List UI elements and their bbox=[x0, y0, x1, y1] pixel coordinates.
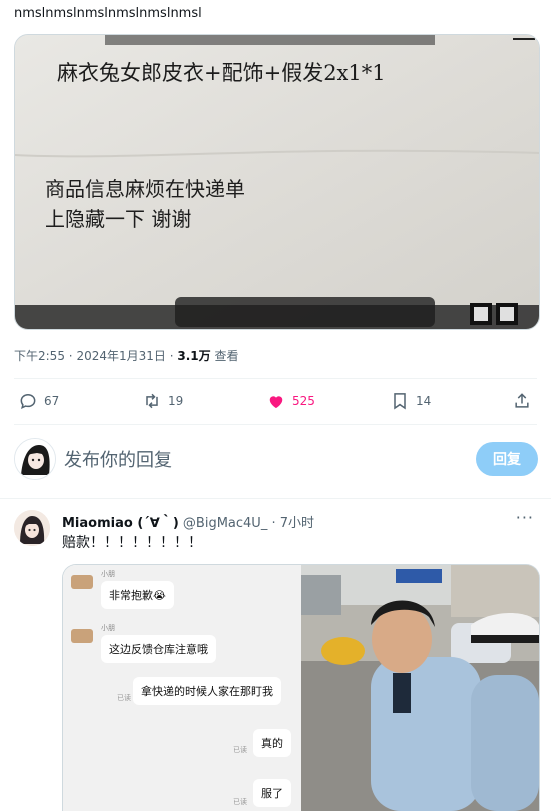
chat-avatar-icon bbox=[71, 575, 93, 589]
retweet-action[interactable]: 19 bbox=[142, 386, 183, 416]
photo-note-line-2: 上隐藏一下 谢谢 bbox=[45, 207, 192, 231]
photo-line-top: 麻衣兔女郎皮衣+配饰+假发2x1*1 bbox=[57, 61, 386, 85]
comment-time[interactable]: · 7小时 bbox=[271, 516, 314, 531]
heart-icon bbox=[269, 396, 283, 409]
meta-dot: · bbox=[68, 349, 73, 363]
chat-message: 非常抱歉😭 bbox=[101, 581, 174, 609]
bookmark-action[interactable]: 14 bbox=[390, 386, 431, 416]
share-icon bbox=[515, 393, 529, 408]
divider bbox=[14, 378, 537, 379]
reply-input[interactable]: 发布你的回复 bbox=[64, 446, 172, 472]
retweet-count: 19 bbox=[168, 394, 184, 408]
like-action[interactable]: 525 bbox=[266, 386, 315, 416]
reply-icon bbox=[20, 393, 36, 410]
comment-handle[interactable]: @BigMac4U_ bbox=[183, 516, 267, 531]
chat-message: 真的 bbox=[253, 729, 291, 757]
chat-sender: 小朋 bbox=[101, 570, 115, 578]
reply-count: 67 bbox=[44, 394, 60, 408]
bookmark-count: 14 bbox=[416, 394, 432, 408]
share-action[interactable] bbox=[512, 386, 538, 416]
tweet-photo[interactable]: 麻衣兔女郎皮衣+配饰+假发2x1*1 商品信息麻烦在快递单 上隐藏一下 谢谢 bbox=[14, 34, 540, 330]
avatar[interactable] bbox=[14, 510, 50, 546]
chat-screenshot: 小朋 非常抱歉😭 小朋 这边反馈仓库注意哦 已读 拿快递的时候人家在那盯我 已读… bbox=[63, 565, 301, 811]
comment-text: 赔款！！！！！！！！ bbox=[62, 535, 202, 551]
comment-header: Miaomiao (´∀｀) @BigMac4U_ · 7小时 bbox=[62, 512, 314, 531]
read-receipt: 已读 bbox=[233, 798, 247, 806]
chat-sender: 小朋 bbox=[101, 624, 115, 632]
chat-message: 拿快递的时候人家在那盯我 bbox=[133, 677, 281, 705]
photo-note-line-1: 商品信息麻烦在快递单 bbox=[45, 177, 245, 201]
action-bar: 67 19 525 14 bbox=[14, 386, 538, 416]
divider bbox=[0, 498, 551, 499]
reply-composer: 发布你的回复 回复 bbox=[14, 436, 538, 484]
chat-message: 服了 bbox=[253, 779, 291, 807]
bookmark-icon bbox=[394, 393, 406, 410]
divider bbox=[14, 424, 537, 425]
tweet-meta: 下午2:55 · 2024年1月31日 · 3.1万 查看 bbox=[14, 347, 238, 364]
like-count: 525 bbox=[292, 394, 315, 408]
tweet-text: nmslnmslnmslnmslnmslnmsl bbox=[14, 6, 202, 21]
views-count: 3.1万 bbox=[177, 349, 211, 363]
reply-action[interactable]: 67 bbox=[18, 386, 59, 416]
chat-avatar-icon bbox=[71, 629, 93, 643]
chat-message: 这边反馈仓库注意哦 bbox=[101, 635, 216, 663]
comment-image[interactable]: 小朋 非常抱歉😭 小朋 这边反馈仓库注意哦 已读 拿快递的时候人家在那盯我 已读… bbox=[62, 564, 540, 811]
meta-dot-2: · bbox=[169, 349, 174, 363]
comment-author[interactable]: Miaomiao (´∀｀) bbox=[62, 516, 179, 531]
tweet-time[interactable]: 下午2:55 bbox=[14, 349, 65, 363]
views-label: 查看 bbox=[214, 349, 239, 363]
retweet-icon bbox=[146, 393, 158, 409]
tweet-date[interactable]: 2024年1月31日 bbox=[76, 349, 165, 363]
avatar[interactable] bbox=[14, 438, 56, 480]
reply-button[interactable]: 回复 bbox=[476, 442, 538, 476]
more-icon[interactable]: ··· bbox=[516, 508, 534, 527]
read-receipt: 已读 bbox=[233, 746, 247, 754]
read-receipt: 已读 bbox=[117, 694, 131, 702]
meme-photo bbox=[301, 565, 539, 811]
